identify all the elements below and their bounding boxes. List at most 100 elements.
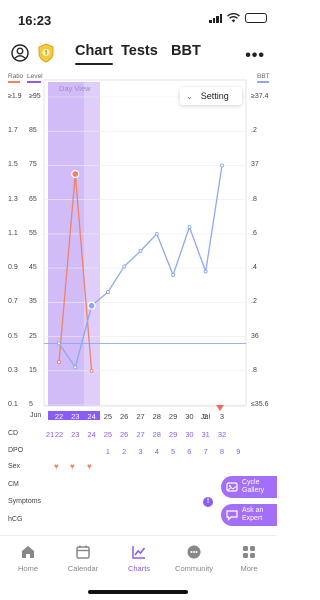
bbt-tick-label: .2 <box>251 127 257 135</box>
cd-cell: 30 <box>185 430 194 439</box>
level-tick-label: 85 <box>29 127 37 135</box>
bbt-tick-label: .2 <box>251 298 257 306</box>
bbt-point[interactable] <box>203 269 208 274</box>
bbt-point[interactable] <box>87 301 96 310</box>
ratio-tick-label: 1.3 <box>8 195 18 203</box>
bbt-point[interactable] <box>138 249 143 253</box>
bbt-tick-label: .6 <box>251 229 257 237</box>
hcg-row-label: hCG <box>8 516 23 523</box>
nav-charts[interactable]: Charts <box>114 544 164 573</box>
cd-cell: 32 <box>217 430 227 439</box>
home-indicator <box>88 590 188 594</box>
date-cell[interactable]: 24 <box>84 412 100 421</box>
bbt-tick-label: 37 <box>251 161 259 169</box>
date-cell[interactable]: 29 <box>165 412 181 421</box>
bbt-point[interactable] <box>220 163 224 168</box>
cycle-gallery-button[interactable]: Cycle Gallery <box>221 476 277 498</box>
bbt-point[interactable] <box>171 273 176 277</box>
ratio-tick-label: 1.1 <box>8 229 18 237</box>
dpo-cell: 6 <box>187 447 192 456</box>
dpo-cell: 9 <box>236 447 241 456</box>
cd-cell: 22 <box>54 430 64 439</box>
heart-icon: ♥ <box>54 462 59 471</box>
ratio-tick-label: 0.7 <box>8 298 18 306</box>
nav-more-label: More <box>240 564 258 573</box>
setting-button[interactable]: ⌄ Setting <box>180 87 242 105</box>
cd-cell: 26 <box>120 430 129 439</box>
line-chart-icon <box>132 546 146 559</box>
ask-expert-label: Ask an Expert <box>242 507 264 522</box>
cd-cell: 31 <box>201 430 210 439</box>
nav-home-label: Home <box>17 564 38 573</box>
community-icon <box>187 545 201 559</box>
ratio-tick-label: 0.9 <box>8 264 18 272</box>
heart-icon: ♥ <box>87 462 92 471</box>
sex-row-label: Sex <box>8 463 21 470</box>
bbt-tick-label: .4 <box>251 264 257 272</box>
dpo-cell: 1 <box>105 447 110 456</box>
day-view-highlight-light <box>84 82 100 406</box>
bbt-point[interactable] <box>154 231 159 236</box>
ratio-tick-label: 1.5 <box>8 161 18 169</box>
nav-more[interactable]: More <box>224 544 274 573</box>
dpo-row-label: DPO <box>8 447 24 454</box>
home-icon <box>22 546 34 558</box>
cd-cell: 23 <box>71 430 80 439</box>
symptoms-row-label: Symptoms <box>8 498 42 505</box>
level-tick-label: 55 <box>29 229 37 237</box>
nav-home[interactable]: Home <box>3 544 53 573</box>
dpo-cell: 3 <box>138 447 143 456</box>
day-view-label: Day View <box>59 84 91 93</box>
ratio-tick-label: ≥1.9 <box>8 93 22 100</box>
grid-icon <box>243 546 255 558</box>
bbt-tick-label: .8 <box>251 195 257 203</box>
cycle-gallery-label: Cycle Gallery <box>242 479 265 494</box>
ask-expert-button[interactable]: Ask an Expert <box>221 504 277 526</box>
cd-cell: 29 <box>168 430 178 439</box>
chart-svg <box>43 79 247 407</box>
bbt-point[interactable] <box>122 264 127 269</box>
date-cell[interactable]: 26 <box>116 412 132 421</box>
date-cell[interactable]: 25 <box>100 412 116 421</box>
ratio-tick-label: 0.5 <box>8 332 18 340</box>
symptom-info-icon[interactable]: ! <box>203 497 213 507</box>
today-marker-icon <box>216 405 224 411</box>
bbt-point[interactable] <box>57 341 61 346</box>
date-cell[interactable]: 22 <box>51 412 67 421</box>
level-tick-label: 45 <box>29 264 37 272</box>
bbt-point[interactable] <box>73 365 78 370</box>
bbt-tick-label: 36 <box>251 332 259 340</box>
heart-icon: ♥ <box>70 462 75 471</box>
chat-bubble-icon <box>226 510 238 521</box>
date-cell[interactable]: 27 <box>133 412 149 421</box>
date-cell[interactable]: 3 <box>214 412 230 421</box>
nav-charts-label: Charts <box>127 564 151 573</box>
dpo-cell: 5 <box>171 447 176 456</box>
cd-cell: 27 <box>136 430 145 439</box>
date-cell[interactable]: 28 <box>149 412 165 421</box>
dpo-cell: 4 <box>154 447 159 456</box>
nav-calendar[interactable]: Calendar <box>58 544 108 573</box>
month-jul: Jul <box>200 412 211 421</box>
cm-row-label: CM <box>8 481 19 488</box>
cd-cell: 24 <box>87 430 96 439</box>
chevron-down-icon: ⌄ <box>186 91 193 101</box>
level-tick-label: ≥95 <box>29 93 41 100</box>
dpo-cell: 8 <box>219 447 225 456</box>
ratio-point[interactable] <box>89 368 94 373</box>
level-tick-label: 15 <box>29 366 37 374</box>
ratio-tick-label: 1.7 <box>8 127 18 135</box>
bbt-tick-label: .8 <box>251 366 257 374</box>
ratio-point[interactable] <box>57 360 61 365</box>
ratio-point[interactable] <box>71 169 80 179</box>
date-cell[interactable]: 30 <box>181 412 197 421</box>
nav-community[interactable]: Community <box>169 544 219 573</box>
dpo-cell: 7 <box>203 447 208 456</box>
nav-community-label: Community <box>175 564 213 573</box>
bbt-point[interactable] <box>105 290 110 295</box>
month-jun: Jun <box>30 412 42 419</box>
bbt-point[interactable] <box>187 225 192 229</box>
bbt-tick-label: ≤35.6 <box>251 401 269 408</box>
ratio-tick-label: 0.1 <box>8 401 18 408</box>
date-cell[interactable]: 23 <box>67 412 83 421</box>
